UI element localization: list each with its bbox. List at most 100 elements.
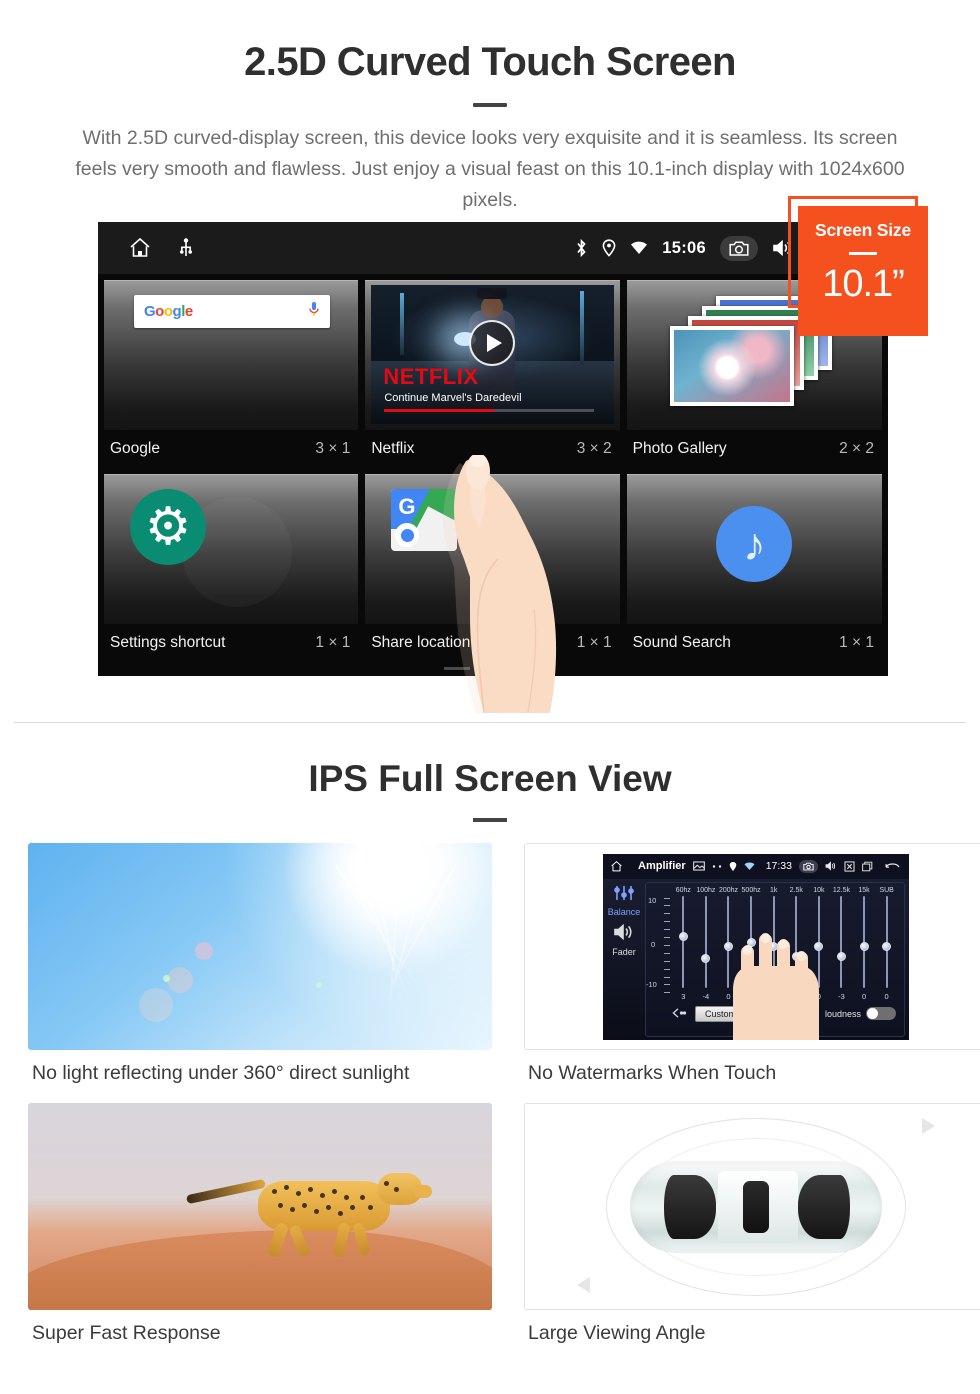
eq-slider[interactable] bbox=[853, 895, 876, 990]
page-dot[interactable] bbox=[444, 667, 470, 670]
section2-title: IPS Full Screen View bbox=[308, 758, 672, 799]
widget-meta: Settings shortcut 1 × 1 bbox=[104, 624, 359, 662]
widget-preview[interactable]: G bbox=[365, 474, 620, 624]
card-no-light-reflecting: No light reflecting under 360° direct su… bbox=[28, 843, 492, 1103]
card-no-watermarks: Amplifier 17:33 Balance Fader 60hz 100hz… bbox=[524, 843, 980, 1103]
microphone-icon[interactable] bbox=[308, 301, 320, 322]
fader-label[interactable]: Fader bbox=[603, 947, 645, 957]
netflix-preview-image: NETFLIX Continue Marvel's Daredevil bbox=[371, 285, 614, 424]
widget-google[interactable]: Google Google 3 × 1 bbox=[104, 280, 359, 468]
widget-name: Sound Search bbox=[632, 634, 731, 651]
netflix-progress-bar bbox=[384, 409, 595, 412]
section2-underline bbox=[473, 818, 507, 822]
home-icon[interactable] bbox=[610, 860, 623, 873]
scale-bottom-label: -10 bbox=[646, 979, 657, 989]
widget-row: ⚙ Settings shortcut 1 × 1 G Share locati… bbox=[104, 474, 882, 662]
product-feature-page: 2.5D Curved Touch Screen With 2.5D curve… bbox=[0, 0, 980, 1394]
screen-size-badge: Screen Size 10.1” bbox=[798, 206, 928, 336]
play-icon[interactable] bbox=[469, 320, 516, 367]
camera-icon[interactable] bbox=[720, 235, 758, 261]
feature-card-grid: No light reflecting under 360° direct su… bbox=[28, 843, 980, 1363]
netflix-brand: NETFLIX bbox=[383, 364, 479, 389]
widget-meta: Netflix 3 × 2 bbox=[365, 430, 620, 468]
band-value: 0 bbox=[861, 991, 867, 1001]
card-caption: No light reflecting under 360° direct su… bbox=[32, 1062, 410, 1084]
rotation-arrow-bottom bbox=[577, 1277, 590, 1293]
card-large-viewing-angle: Large Viewing Angle bbox=[524, 1103, 980, 1363]
volume-icon[interactable] bbox=[825, 861, 837, 871]
band-frequency: 2.5k bbox=[789, 886, 803, 894]
page-dot-active[interactable] bbox=[516, 667, 542, 670]
band-frequency: SUB bbox=[879, 886, 894, 894]
widget-picker-grid: Google Google 3 × 1 NETFLIX Continue Mar… bbox=[98, 274, 888, 676]
device-screenshot: 15:06 Google Google 3 × 1 NETFLIX Contin… bbox=[98, 222, 888, 676]
widget-size: 1 × 1 bbox=[315, 634, 351, 651]
eq-slider[interactable] bbox=[875, 895, 898, 990]
widget-size: 3 × 1 bbox=[315, 440, 351, 457]
status-time: 15:06 bbox=[662, 238, 706, 257]
widget-settings-shortcut[interactable]: ⚙ Settings shortcut 1 × 1 bbox=[104, 474, 359, 662]
widget-name: Google bbox=[110, 440, 160, 457]
loudness-control[interactable]: loudness bbox=[825, 1007, 896, 1020]
gear-icon: ⚙ bbox=[130, 489, 206, 565]
widget-meta: Share location 1 × 1 bbox=[365, 624, 620, 662]
widget-preview[interactable]: ⚙ bbox=[104, 474, 359, 624]
card-caption: No Watermarks When Touch bbox=[528, 1062, 777, 1084]
recent-apps-icon[interactable] bbox=[862, 861, 874, 872]
band-value: -3 bbox=[838, 991, 845, 1001]
widget-sound-search[interactable]: ♪ Sound Search 1 × 1 bbox=[626, 474, 882, 662]
google-search-bar[interactable]: Google bbox=[134, 295, 331, 328]
widget-meta: Google 3 × 1 bbox=[104, 430, 359, 468]
amplifier-equalizer-screenshot: Amplifier 17:33 Balance Fader 60hz 100hz… bbox=[524, 843, 980, 1050]
gear-glyph: ⚙ bbox=[144, 498, 192, 556]
close-box-icon[interactable] bbox=[844, 860, 855, 872]
eq-slider[interactable] bbox=[830, 895, 853, 990]
balance-label[interactable]: Balance bbox=[603, 907, 645, 917]
location-pin-icon bbox=[602, 239, 616, 257]
widget-size: 3 × 2 bbox=[576, 440, 612, 457]
widget-preview[interactable]: Google bbox=[104, 280, 359, 430]
band-frequency: 100hz bbox=[696, 886, 716, 894]
loudness-toggle[interactable] bbox=[866, 1007, 896, 1020]
page-dot[interactable] bbox=[480, 667, 506, 670]
eq-slider[interactable] bbox=[672, 895, 695, 990]
speaker-icon[interactable] bbox=[603, 923, 645, 946]
amplifier-screen: Amplifier 17:33 Balance Fader 60hz 100hz… bbox=[603, 853, 909, 1040]
amplifier-time: 17:33 bbox=[765, 860, 792, 872]
car-body bbox=[630, 1160, 882, 1253]
location-pin-icon bbox=[729, 861, 737, 872]
music-note-icon: ♪ bbox=[716, 505, 793, 582]
band-frequency: 10k bbox=[813, 886, 825, 894]
widget-netflix[interactable]: NETFLIX Continue Marvel's Daredevil Netf… bbox=[365, 280, 620, 468]
band-frequency: 12.5k bbox=[832, 886, 851, 894]
more-icon[interactable] bbox=[712, 864, 722, 869]
widget-meta: Photo Gallery 2 × 2 bbox=[626, 430, 882, 468]
band-frequency: 200hz bbox=[718, 886, 739, 894]
camera-icon[interactable] bbox=[798, 859, 818, 873]
section-divider bbox=[14, 722, 966, 723]
widget-row: Google Google 3 × 1 NETFLIX Continue Mar… bbox=[104, 280, 882, 468]
band-value: 0 bbox=[884, 991, 889, 1001]
widget-preview[interactable]: ♪ bbox=[626, 474, 882, 624]
prev-preset-icon[interactable] bbox=[672, 1005, 688, 1023]
back-icon[interactable] bbox=[885, 861, 900, 871]
card-caption: Super Fast Response bbox=[32, 1322, 221, 1344]
card-caption: Large Viewing Angle bbox=[528, 1322, 706, 1344]
cheetah-figure bbox=[186, 1165, 433, 1259]
maps-g-letter: G bbox=[398, 494, 416, 519]
sliders-icon[interactable] bbox=[603, 885, 645, 906]
band-frequency: 15k bbox=[858, 886, 870, 894]
gallery-icon[interactable] bbox=[692, 861, 705, 871]
android-status-bar: 15:06 bbox=[98, 222, 888, 274]
page-title: 2.5D Curved Touch Screen bbox=[244, 40, 736, 84]
scale-mid-label: 0 bbox=[651, 939, 656, 949]
amplifier-status-bar: Amplifier 17:33 bbox=[603, 853, 909, 879]
eq-slider[interactable] bbox=[695, 895, 718, 990]
home-icon[interactable] bbox=[128, 236, 152, 260]
widget-share-location[interactable]: G Share location 1 × 1 bbox=[365, 474, 620, 662]
wifi-icon bbox=[744, 861, 755, 871]
widget-name: Photo Gallery bbox=[632, 440, 727, 457]
google-logo: Google bbox=[144, 303, 193, 320]
widget-preview[interactable]: NETFLIX Continue Marvel's Daredevil bbox=[365, 280, 620, 430]
band-frequency: 60hz bbox=[675, 886, 691, 894]
